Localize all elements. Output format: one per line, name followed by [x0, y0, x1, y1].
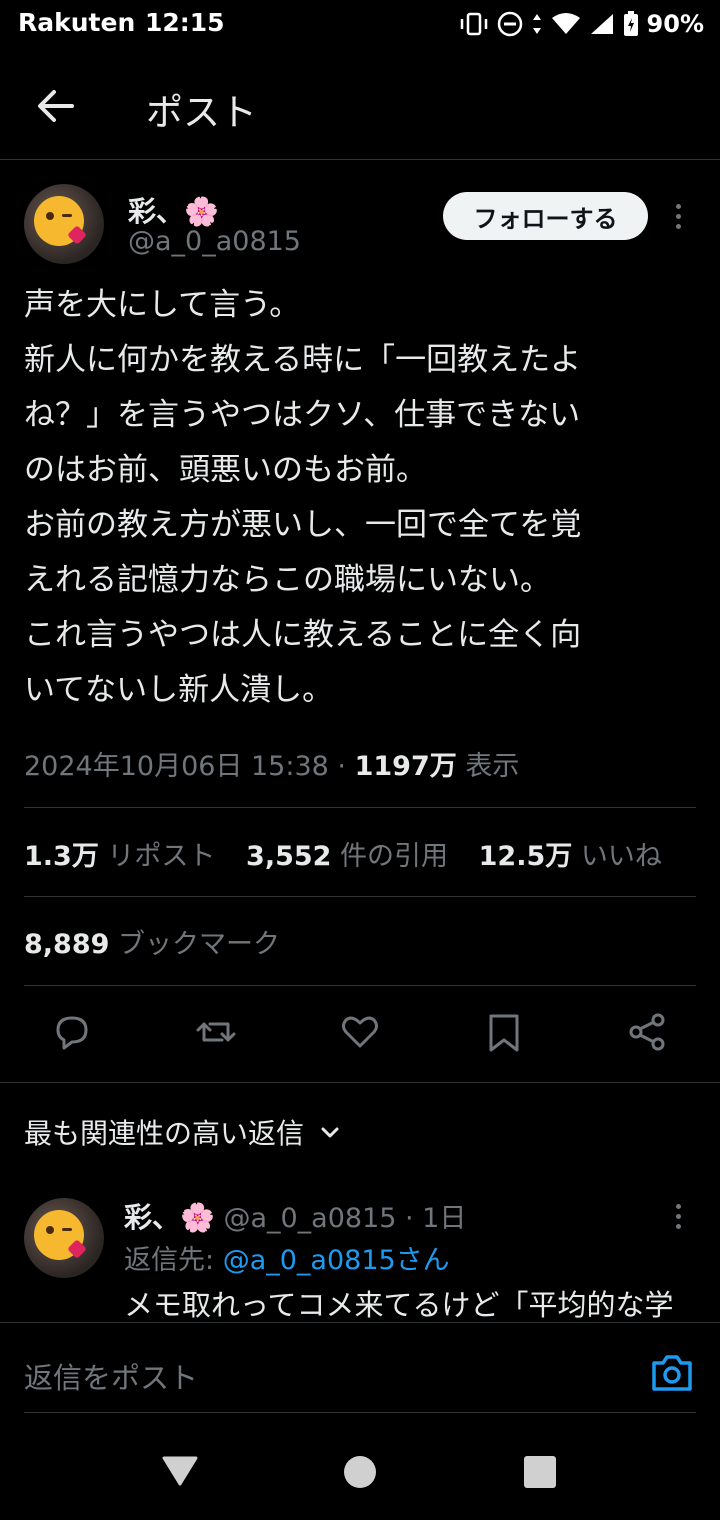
reposts-stat[interactable]: 1.3万 リポスト	[24, 841, 237, 872]
post-text-line: お前の教え方が悪いし、一回で全てを覚	[24, 507, 582, 543]
author-handle[interactable]: @a_0_a0815	[128, 226, 301, 257]
reply-icon	[56, 1016, 88, 1050]
reposts-label: リポスト	[98, 841, 216, 872]
reply-sort-dropdown[interactable]: 最も関連性の高い返信	[24, 1112, 342, 1152]
repost-button[interactable]	[194, 1010, 238, 1054]
reply-button[interactable]	[50, 1010, 94, 1054]
author-name[interactable]: 彩、🌸	[128, 190, 219, 230]
bookmark-icon	[489, 1014, 519, 1052]
post-text-line: のはお前、頭悪いのもお前。	[24, 452, 427, 488]
bookmarks-stat[interactable]: 8,889 ブックマーク	[24, 922, 302, 961]
data-arrows-icon	[532, 14, 541, 34]
reply-avatar[interactable]	[24, 1198, 104, 1278]
post-text-line: 声を大にして言う。	[24, 287, 301, 323]
wifi-icon	[551, 13, 580, 34]
follow-button[interactable]: フォローする	[443, 192, 648, 240]
quotes-stat[interactable]: 3,552 件の引用	[246, 841, 470, 872]
share-icon	[629, 1013, 665, 1051]
post-text-line: いてないし新人潰し。	[24, 672, 334, 708]
share-button[interactable]	[626, 1010, 670, 1054]
post-text-line: ね？」を言うやつはクソ、仕事できない	[24, 397, 581, 433]
post-meta: 2024年10月06日 15:38 · 1197万 表示	[24, 744, 519, 783]
likes-count: 12.5万	[478, 841, 573, 872]
clock: 12:15	[145, 8, 225, 37]
replying-to: 返信先: @a_0_a0815さん	[124, 1238, 450, 1277]
post-text-line: 新人に何かを教える時に「一回教えたよ	[24, 342, 582, 378]
like-icon	[342, 1016, 378, 1048]
nav-back-icon[interactable]	[160, 1452, 200, 1488]
bookmark-button[interactable]	[482, 1010, 526, 1054]
quotes-label: 件の引用	[331, 841, 449, 872]
camera-icon	[652, 1355, 692, 1391]
system-nav-bar	[0, 1414, 720, 1520]
views-count: 1197万	[354, 751, 457, 782]
post-text-line: これ言うやつは人に教えることに全く向	[24, 617, 582, 653]
divider	[24, 807, 696, 808]
post-timestamp[interactable]: 2024年10月06日 15:38 ·	[24, 751, 355, 782]
divider	[24, 896, 696, 897]
reposts-count: 1.3万	[24, 841, 99, 872]
divider	[24, 1412, 696, 1413]
status-bar: Rakuten 12:15 90%	[0, 0, 720, 52]
battery-icon	[623, 11, 638, 36]
repost-icon	[196, 1022, 236, 1042]
quotes-count: 3,552	[246, 841, 332, 872]
dnd-icon	[497, 11, 522, 37]
post-text-line: えれる記憶力ならこの職場にいない。	[24, 562, 551, 598]
reply-header: 彩、🌸 @a_0_a0815 · 1日	[124, 1196, 466, 1236]
replying-to-prefix: 返信先:	[124, 1245, 223, 1276]
reply-more-options-icon[interactable]	[676, 1204, 681, 1229]
back-arrow-icon	[38, 90, 74, 122]
post-text: 声を大にして言う。 新人に何かを教える時に「一回教えたよ ね？」を言うやつはクソ…	[24, 278, 704, 718]
likes-label: いいね	[572, 841, 662, 872]
reply-author-name[interactable]: 彩、🌸	[124, 1201, 215, 1234]
nav-recents-icon[interactable]	[524, 1456, 556, 1488]
author-avatar[interactable]	[24, 184, 104, 264]
reply-handle-time: @a_0_a0815 · 1日	[214, 1203, 467, 1234]
views-label: 表示	[456, 751, 520, 782]
reply-input[interactable]: 返信をポスト	[24, 1355, 198, 1397]
divider	[24, 985, 696, 986]
like-button[interactable]	[338, 1010, 382, 1054]
nav-home-icon[interactable]	[344, 1456, 376, 1488]
engagement-stats: 1.3万 リポスト 3,552 件の引用 12.5万 いいね	[24, 834, 684, 873]
chevron-down-icon	[321, 1127, 339, 1138]
action-bar	[0, 1004, 720, 1064]
signal-icon	[590, 14, 613, 34]
carrier-label: Rakuten	[18, 8, 136, 37]
page-title: ポスト	[146, 91, 257, 134]
top-header: ポスト	[0, 52, 720, 160]
back-button[interactable]	[30, 80, 82, 132]
camera-button[interactable]	[650, 1353, 694, 1393]
bookmarks-count: 8,889	[24, 929, 110, 960]
reply-text: メモ取れってコメ来てるけど「平均的な学	[124, 1288, 674, 1322]
reply-compose-bar: 返信をポスト	[0, 1322, 720, 1414]
bookmarks-label: ブックマーク	[109, 929, 280, 960]
replying-to-link[interactable]: @a_0_a0815さん	[223, 1245, 450, 1276]
reply-sort-label: 最も関連性の高い返信	[24, 1117, 305, 1150]
vibrate-icon	[460, 12, 487, 36]
battery-percent: 90%	[646, 10, 704, 38]
divider	[0, 1082, 720, 1083]
more-options-icon[interactable]	[676, 204, 681, 229]
likes-stat[interactable]: 12.5万 いいね	[479, 841, 684, 872]
status-icons: 90%	[459, 10, 704, 38]
